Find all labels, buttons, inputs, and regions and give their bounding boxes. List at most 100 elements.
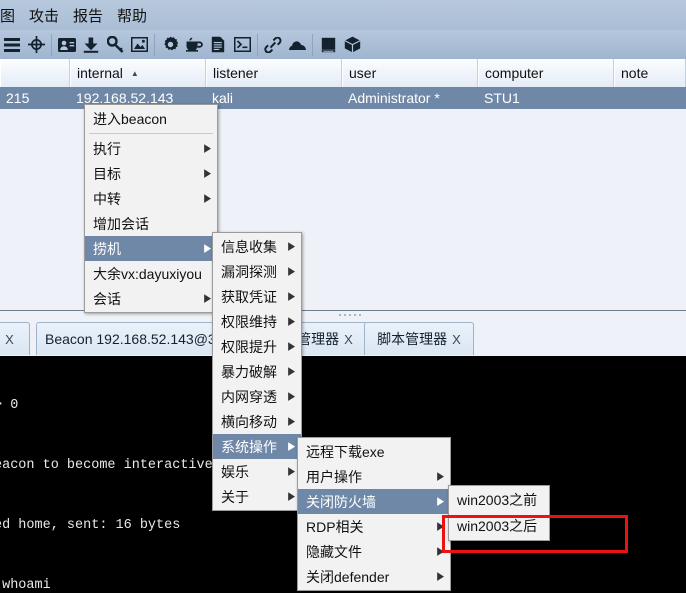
menu-item-label: 会话 <box>93 290 121 307</box>
menu-item-label: RDP相关 <box>306 518 364 535</box>
menu-list-icon[interactable] <box>0 33 24 57</box>
menu-item-label: 中转 <box>93 190 121 207</box>
menu-item-vuln-scan[interactable]: 漏洞探测 ▶ <box>213 259 301 284</box>
menu-item-rdp[interactable]: RDP相关 ▶ <box>298 514 450 539</box>
menu-item-label: 娱乐 <box>221 463 249 480</box>
menu-item-label: 进入beacon <box>93 110 167 127</box>
menu-item-label: 执行 <box>93 140 121 157</box>
menu-item-view[interactable]: 图 <box>0 3 21 28</box>
menu-item-lateral-movement[interactable]: 横向移动 ▶ <box>213 409 301 434</box>
menu-item-entertainment[interactable]: 娱乐 ▶ <box>213 459 301 484</box>
document-icon[interactable] <box>206 33 230 57</box>
package-box-icon[interactable] <box>340 33 364 57</box>
menu-item-label: 信息收集 <box>221 238 277 255</box>
menu-item-disable-firewall[interactable]: 关闭防火墙 ▶ <box>298 489 450 514</box>
table-column-internal-label: internal <box>77 65 123 81</box>
menu-item-label: 增加会话 <box>93 215 149 232</box>
chevron-right-icon: ▶ <box>288 489 295 503</box>
tab-script-manager[interactable]: 脚本管理器 X <box>364 322 474 355</box>
beacon-context-menu: 进入beacon 执行 ▶ 目标 ▶ 中转 ▶ 增加会话 捞机 ▶ 大余vx:d… <box>84 104 219 313</box>
toolbar-separator <box>312 33 313 56</box>
tab-manager-label: 管理器 <box>297 331 340 347</box>
contacts-icon[interactable] <box>55 33 79 57</box>
menu-item-add-session[interactable]: 增加会话 <box>85 211 217 236</box>
download-icon[interactable] <box>79 33 103 57</box>
chevron-right-icon: ▶ <box>288 314 295 328</box>
table-column-user[interactable]: user <box>342 59 478 87</box>
terminal-icon[interactable] <box>230 33 254 57</box>
chevron-right-icon: ▶ <box>288 439 295 453</box>
menu-item-label: 用户操作 <box>306 468 362 485</box>
menu-item-privilege-escalation[interactable]: 权限提升 ▶ <box>213 334 301 359</box>
menu-item-info-gathering[interactable]: 信息收集 ▶ <box>213 234 301 259</box>
menu-item-label: 内网穿透 <box>221 388 277 405</box>
chevron-right-icon: ▶ <box>437 494 444 508</box>
menu-item-system-operation[interactable]: 系统操作 ▶ <box>213 434 301 459</box>
menu-item-help[interactable]: 帮助 <box>111 3 153 28</box>
table-column-id[interactable] <box>0 59 70 87</box>
tab-close-icon[interactable]: X <box>344 332 353 347</box>
menu-item-win2003-before[interactable]: win2003之前 <box>449 487 549 513</box>
key-icon[interactable] <box>103 33 127 57</box>
menu-item-hide-files[interactable]: 隐藏文件 ▶ <box>298 539 450 564</box>
chevron-right-icon: ▶ <box>288 339 295 353</box>
sessions-table-header: internal ▲ listener user computer note <box>0 59 686 88</box>
chevron-right-icon: ▶ <box>437 469 444 483</box>
target-crosshair-icon[interactable] <box>24 33 48 57</box>
chevron-right-icon: ▶ <box>204 166 211 180</box>
tab-partial-left[interactable]: X <box>0 322 30 355</box>
table-column-internal[interactable]: internal ▲ <box>70 59 206 87</box>
table-column-user-label: user <box>349 65 377 81</box>
cell-note <box>614 87 686 109</box>
menu-item-remote-download-exe[interactable]: 远程下载exe <box>298 439 450 464</box>
chevron-right-icon: ▶ <box>204 191 211 205</box>
menu-item-execute[interactable]: 执行 ▶ <box>85 136 217 161</box>
menu-item-label: 关闭defender <box>306 568 390 585</box>
menu-item-user-operations[interactable]: 用户操作 ▶ <box>298 464 450 489</box>
menu-item-about[interactable]: 关于 ▶ <box>213 484 301 509</box>
table-column-note[interactable]: note <box>614 59 686 87</box>
menu-item-report[interactable]: 报告 <box>67 3 109 28</box>
chevron-right-icon: ▶ <box>204 141 211 155</box>
toolbar-separator <box>51 33 52 56</box>
chevron-right-icon: ▶ <box>288 264 295 278</box>
chevron-right-icon: ▶ <box>288 239 295 253</box>
coffee-cup-icon[interactable] <box>182 33 206 57</box>
chevron-right-icon: ▶ <box>288 389 295 403</box>
gear-icon[interactable] <box>158 33 182 57</box>
menu-item-tools[interactable]: 捞机 ▶ <box>85 236 217 261</box>
menu-item-label: 大余vx:dayuxiyou <box>93 265 202 282</box>
menu-item-label: 系统操作 <box>221 438 277 455</box>
menu-item-intranet-tunnel[interactable]: 内网穿透 ▶ <box>213 384 301 409</box>
tab-close-icon[interactable]: X <box>5 332 14 347</box>
cloud-icon[interactable] <box>285 33 309 57</box>
link-icon[interactable] <box>261 33 285 57</box>
menu-item-label: 隐藏文件 <box>306 543 362 560</box>
tab-beacon-label: Beacon 192.168.52.143@35 <box>45 331 224 347</box>
console-line: > 0 <box>0 398 19 413</box>
chevron-right-icon: ▶ <box>288 289 295 303</box>
menu-item-disable-defender[interactable]: 关闭defender ▶ <box>298 564 450 589</box>
book-icon[interactable] <box>316 33 340 57</box>
image-icon[interactable] <box>127 33 151 57</box>
menu-divider <box>89 133 213 134</box>
menu-item-label: 捞机 <box>93 240 121 257</box>
table-column-computer[interactable]: computer <box>478 59 614 87</box>
menu-item-attack[interactable]: 攻击 <box>23 3 65 28</box>
menu-item-get-credentials[interactable]: 获取凭证 ▶ <box>213 284 301 309</box>
menu-item-brute-force[interactable]: 暴力破解 ▶ <box>213 359 301 384</box>
menu-item-pivot[interactable]: 中转 ▶ <box>85 186 217 211</box>
menu-item-session[interactable]: 会话 ▶ <box>85 286 217 311</box>
cell-listener: kali <box>212 90 234 106</box>
menu-item-label: 目标 <box>93 165 121 182</box>
menu-item-target[interactable]: 目标 ▶ <box>85 161 217 186</box>
menu-item-label: win2003之前 <box>457 492 538 508</box>
tab-script-manager-label: 脚本管理器 <box>377 331 448 347</box>
cell-user: Administrator * <box>348 90 440 106</box>
menu-item-enter-beacon[interactable]: 进入beacon <box>85 106 217 131</box>
menu-item-dayu-vx[interactable]: 大余vx:dayuxiyou ▶ <box>85 261 219 286</box>
table-column-listener[interactable]: listener <box>206 59 342 87</box>
tab-close-icon[interactable]: X <box>452 332 461 347</box>
tools-submenu: 信息收集 ▶ 漏洞探测 ▶ 获取凭证 ▶ 权限维持 ▶ 权限提升 ▶ 暴力破解 … <box>212 232 302 511</box>
menu-item-persistence[interactable]: 权限维持 ▶ <box>213 309 301 334</box>
